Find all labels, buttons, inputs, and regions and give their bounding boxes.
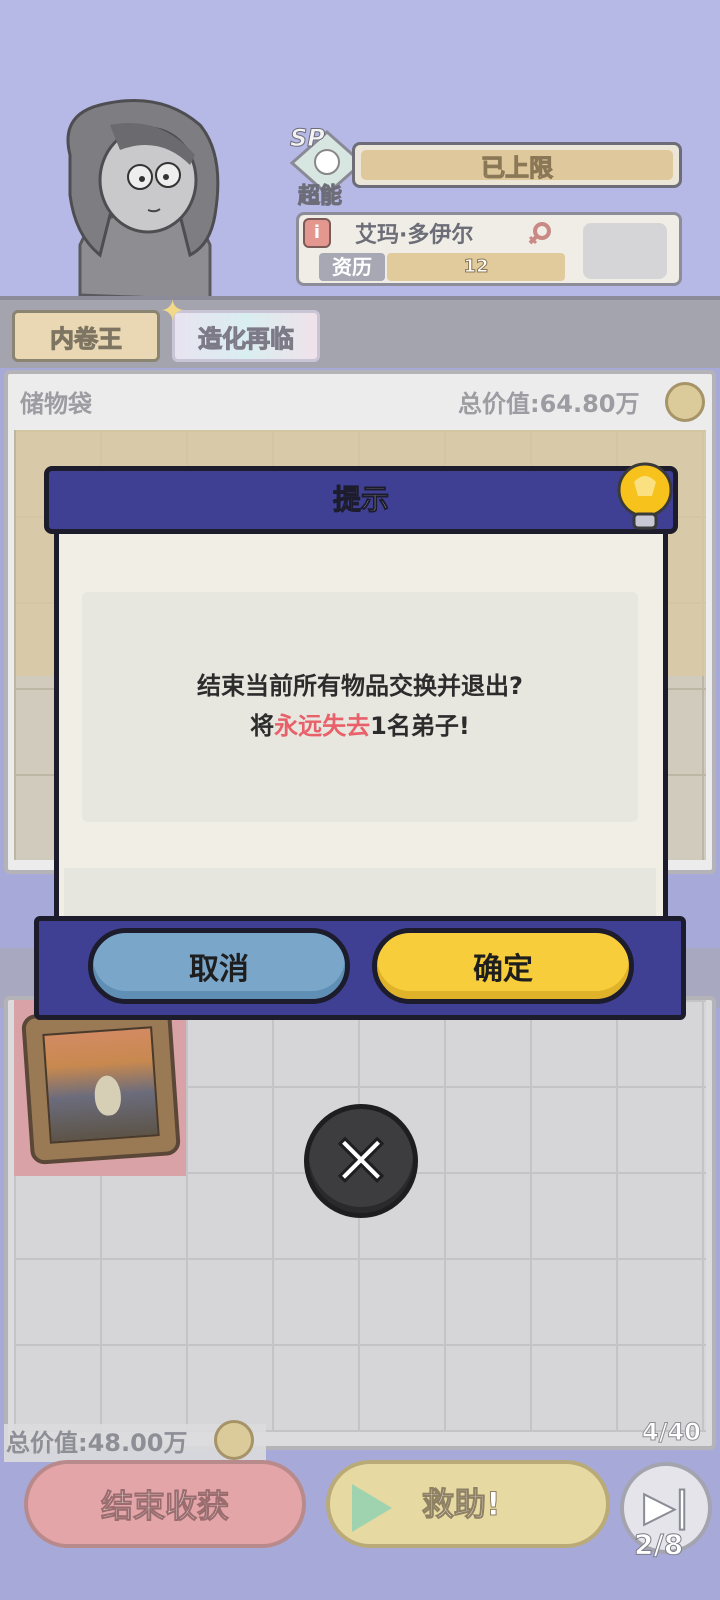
sparkle-icon: ✦ — [160, 294, 186, 329]
dialog-title: 提示 — [332, 483, 389, 517]
female-icon — [528, 222, 551, 245]
avatar-slot — [583, 223, 667, 279]
dialog-message-line1: 结束当前所有物品交换并退出? — [197, 672, 523, 700]
close-button[interactable]: ✕ — [304, 1104, 418, 1218]
dialog-message: 结束当前所有物品交换并退出? 将永远失去1名弟子! — [82, 666, 638, 746]
painting-item-icon[interactable] — [20, 1004, 182, 1166]
dialog-line2-prefix: 将 — [250, 712, 275, 740]
dialog-line2-highlight: 永远失去 — [274, 712, 371, 740]
sp-label: SP — [290, 124, 326, 153]
info-icon[interactable]: i — [303, 218, 331, 248]
painting-figure — [93, 1074, 123, 1117]
coin-icon — [214, 1420, 254, 1460]
coin-icon — [665, 382, 705, 422]
level-bar: 已上限 — [352, 142, 682, 188]
storage-bag-total: 总价值:64.80万 — [458, 390, 640, 418]
painting-canvas — [42, 1026, 160, 1144]
rescue-label: 救助! — [422, 1485, 502, 1524]
tab-rebirth[interactable]: 造化再临 — [172, 310, 320, 362]
inventory-count: 4/40 — [642, 1418, 702, 1447]
level-limit-text: 已上限 — [361, 150, 673, 182]
dialog-header: 提示 — [44, 466, 678, 534]
dialog-message-line2: 将永远失去1名弟子! — [82, 706, 638, 746]
skip-icon: ▶| — [643, 1483, 690, 1531]
rescue-button[interactable]: 救助! — [326, 1460, 610, 1548]
skip-count: 2/8 — [633, 1528, 684, 1562]
lightbulb-icon — [617, 462, 673, 530]
confirm-button[interactable]: 确定 — [372, 928, 634, 1004]
character-portrait — [66, 99, 220, 300]
close-icon: ✕ — [329, 1119, 392, 1203]
storage-bag-title: 储物袋 — [20, 390, 92, 418]
sp-type-label: 超能 — [297, 184, 343, 210]
exp-label: 资历 — [319, 253, 385, 281]
exp-value: 12 — [387, 253, 565, 281]
cancel-button[interactable]: 取消 — [88, 928, 350, 1004]
character-info-card: i 艾玛·多伊尔 资历 12 — [296, 212, 682, 286]
play-icon — [352, 1484, 392, 1532]
tab-inner-king[interactable]: 内卷王 — [12, 310, 160, 362]
dialog-line2-suffix: 1名弟子! — [370, 712, 470, 740]
character-name: 艾玛·多伊尔 — [355, 223, 474, 248]
end-harvest-button[interactable]: 结束收获 — [24, 1460, 306, 1548]
dialog-lower-strip — [64, 868, 656, 918]
